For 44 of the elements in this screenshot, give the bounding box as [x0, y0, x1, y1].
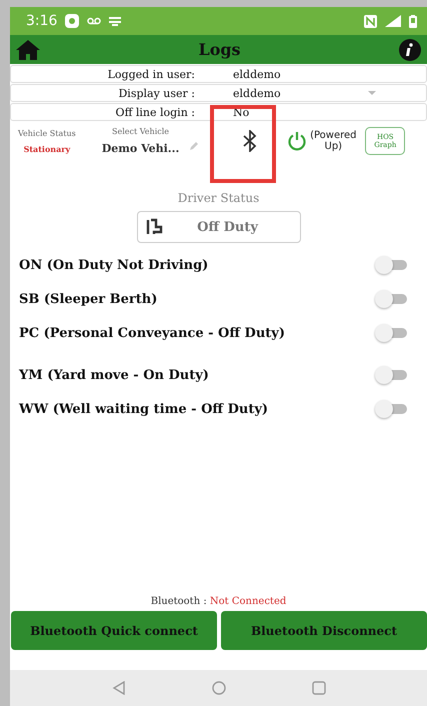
driver-status-button[interactable]: Off Duty [136, 211, 300, 243]
bluetooth-state: Not Connected [210, 596, 286, 607]
info-icon[interactable] [399, 38, 421, 60]
page-title: Logs [197, 40, 242, 59]
toggle-switch[interactable] [375, 324, 409, 342]
field-label: Display user : [117, 86, 196, 100]
field-value: elddemo [232, 68, 282, 80]
home-icon[interactable] [16, 40, 40, 60]
recents-icon[interactable] [312, 681, 326, 695]
notification-icon [109, 16, 122, 26]
toggle-switch[interactable] [375, 366, 409, 384]
power-icon[interactable] [287, 131, 308, 151]
bluetooth-button[interactable]: Bluetooth Quick connect [11, 611, 217, 650]
duty-label: YM (Yard move - On Duty) [19, 368, 210, 382]
vehicle-status-label: Vehicle Status [18, 128, 76, 138]
voicemail-icon [87, 17, 102, 25]
bluetooth-icon[interactable] [243, 130, 258, 152]
home-button-icon[interactable] [212, 681, 226, 695]
bluetooth-button[interactable]: Bluetooth Disconnect [221, 611, 427, 650]
toggle-switch[interactable] [375, 290, 409, 308]
status-time: 3:16 [26, 13, 58, 29]
field-label: Off line login : [114, 106, 196, 118]
back-icon[interactable] [112, 681, 126, 695]
seat-icon [146, 218, 164, 236]
signal-icon [385, 15, 401, 27]
duty-label: ON (On Duty Not Driving) [19, 258, 210, 272]
vehicle-name[interactable]: Demo Vehi... [102, 142, 180, 155]
pencil-icon[interactable] [189, 141, 200, 151]
select-vehicle-label: Select Vehicle [112, 127, 170, 136]
toggle-switch[interactable] [375, 256, 409, 274]
dropdown-caret-icon[interactable] [368, 91, 376, 95]
nfc-icon [364, 14, 377, 28]
duty-label: WW (Well waiting time - Off Duty) [19, 402, 270, 416]
field-label: Logged in user: [106, 68, 196, 80]
battery-icon [409, 14, 417, 28]
vehicle-status: Stationary [24, 144, 70, 154]
field-value[interactable]: elddemo [205, 86, 368, 100]
driver-status-label: Driver Status [176, 191, 260, 205]
power-state: (Powered Up) [309, 130, 358, 152]
messenger-icon [65, 14, 80, 28]
duty-label: PC (Personal Conveyance - Off Duty) [19, 326, 286, 340]
toggle-switch[interactable] [375, 400, 409, 418]
bluetooth-label: Bluetooth : [150, 596, 207, 607]
duty-label: SB (Sleeper Berth) [19, 292, 158, 306]
